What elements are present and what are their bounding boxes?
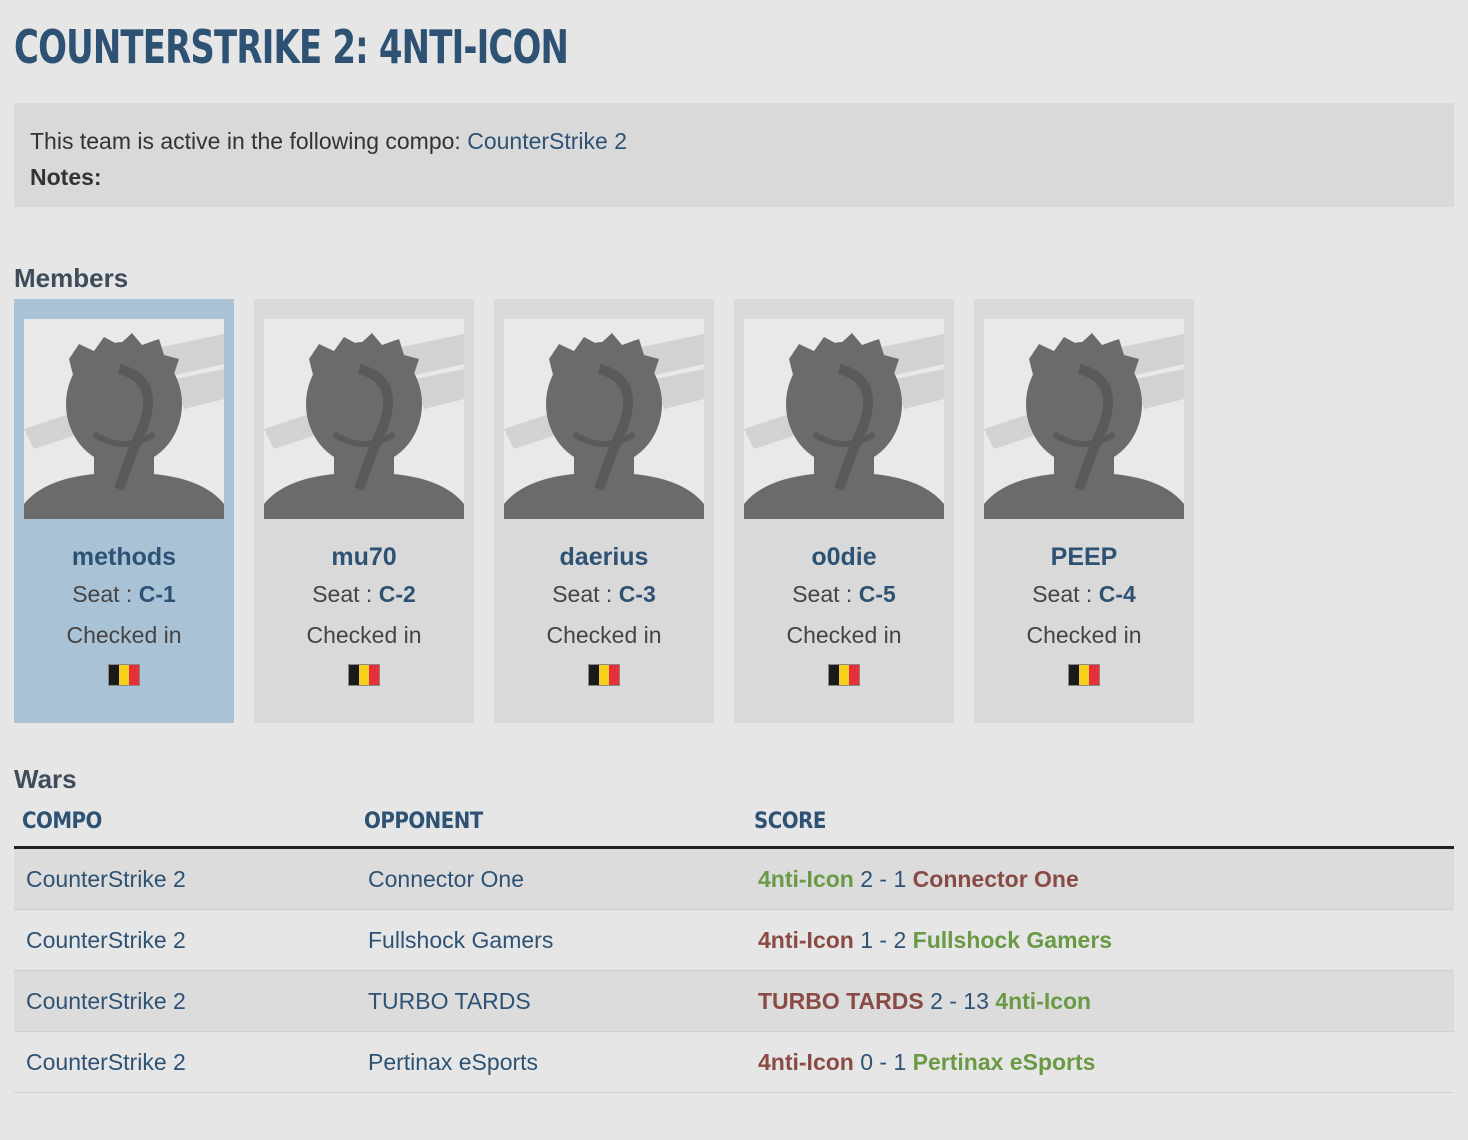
war-row: CounterStrike 2 Connector One 4nti-Icon 2 … — [14, 847, 1454, 910]
checkin-status: Checked in — [1026, 622, 1142, 648]
checkin-status: Checked in — [546, 622, 662, 648]
member-name-link[interactable]: mu70 — [254, 541, 474, 573]
member-seat: Seat : C-3 — [494, 578, 714, 610]
wars-table: Compo Opponent Score CounterStrike 2 Conn… — [14, 803, 1454, 1093]
score-team-a-link[interactable]: 4nti-Icon — [758, 866, 854, 892]
member-name-link[interactable]: PEEP — [974, 541, 1194, 573]
column-header-score: Score — [746, 803, 1454, 849]
war-opponent-link[interactable]: Connector One — [368, 866, 524, 892]
war-score-cell: 4nti-Icon 1 - 2 Fullshock Gamers — [746, 909, 1454, 971]
war-compo-link[interactable]: CounterStrike 2 — [26, 866, 186, 892]
war-opponent-cell: Pertinax eSports — [356, 1031, 746, 1093]
belgium-flag-icon — [108, 664, 140, 686]
belgium-flag-icon — [348, 664, 380, 686]
war-compo-cell: CounterStrike 2 — [14, 909, 356, 971]
avatar-placeholder-icon — [504, 319, 704, 519]
member-seat: Seat : C-2 — [254, 578, 474, 610]
belgium-flag-icon — [828, 664, 860, 686]
checkin-status: Checked in — [306, 622, 422, 648]
war-opponent-link[interactable]: Fullshock Gamers — [368, 927, 553, 953]
war-compo-link[interactable]: CounterStrike 2 — [26, 927, 186, 953]
active-compo-line: This team is active in the following com… — [30, 123, 1438, 159]
score-team-a-link[interactable]: 4nti-Icon — [758, 927, 854, 953]
member-seat: Seat : C-1 — [14, 578, 234, 610]
score-value: 1 - 2 — [860, 926, 907, 953]
war-opponent-link[interactable]: TURBO TARDS — [368, 988, 531, 1014]
war-compo-link[interactable]: CounterStrike 2 — [26, 988, 186, 1014]
seat-value: C-3 — [618, 581, 656, 607]
war-score-cell: 4nti-Icon 0 - 1 Pertinax eSports — [746, 1031, 1454, 1093]
score-value: 0 - 1 — [860, 1048, 907, 1075]
war-row: CounterStrike 2 TURBO TARDS TURBO TARDS 2 … — [14, 970, 1454, 1032]
seat-value: C-2 — [378, 581, 416, 607]
seat-label: Seat : — [72, 581, 133, 607]
notes-line: Notes: — [30, 159, 1438, 195]
seat-value: C-1 — [138, 581, 176, 607]
war-score-cell: 4nti-Icon 2 - 1 Connector One — [746, 847, 1454, 910]
score-team-a-link[interactable]: 4nti-Icon — [758, 1049, 854, 1075]
war-row: CounterStrike 2 Pertinax eSports 4nti-Icon… — [14, 1031, 1454, 1093]
war-opponent-cell: TURBO TARDS — [356, 970, 746, 1032]
avatar-placeholder-icon — [744, 319, 944, 519]
team-info-box: This team is active in the following com… — [14, 103, 1454, 207]
member-card-daerius[interactable]: daerius Seat : C-3 Checked in — [494, 299, 714, 723]
war-row: CounterStrike 2 Fullshock Gamers 4nti-Icon… — [14, 909, 1454, 971]
member-card-methods[interactable]: methods Seat : C-1 Checked in — [14, 299, 234, 723]
seat-label: Seat : — [312, 581, 373, 607]
war-opponent-cell: Fullshock Gamers — [356, 909, 746, 971]
members-heading: Members — [14, 263, 129, 293]
score-team-a-link[interactable]: TURBO TARDS — [758, 988, 924, 1014]
belgium-flag-icon — [1068, 664, 1100, 686]
score-team-b-link[interactable]: Connector One — [913, 866, 1079, 892]
notes-label: Notes: — [30, 164, 102, 190]
war-opponent-link[interactable]: Pertinax eSports — [368, 1049, 538, 1075]
column-header-opponent: Opponent — [356, 803, 746, 849]
member-seat: Seat : C-4 — [974, 578, 1194, 610]
page-title: COUNTERSTRIKE 2: 4NTI-ICON — [14, 20, 569, 74]
wars-body: CounterStrike 2 Connector One 4nti-Icon 2 … — [14, 847, 1454, 1093]
checkin-status: Checked in — [786, 622, 902, 648]
avatar-placeholder-icon — [984, 319, 1184, 519]
members-list: methods Seat : C-1 Checked in mu70 Seat … — [14, 299, 1194, 723]
member-name-link[interactable]: daerius — [494, 541, 714, 573]
war-score-cell: TURBO TARDS 2 - 13 4nti-Icon — [746, 970, 1454, 1032]
score-value: 2 - 13 — [930, 987, 989, 1014]
war-compo-cell: CounterStrike 2 — [14, 970, 356, 1032]
war-compo-cell: CounterStrike 2 — [14, 1031, 356, 1093]
seat-label: Seat : — [1032, 581, 1093, 607]
wars-header-row: Compo Opponent Score — [14, 803, 1454, 849]
checkin-status: Checked in — [66, 622, 182, 648]
score-team-b-link[interactable]: Pertinax eSports — [913, 1049, 1096, 1075]
war-opponent-cell: Connector One — [356, 847, 746, 910]
avatar-placeholder-icon — [24, 319, 224, 519]
member-name-link[interactable]: methods — [14, 541, 234, 573]
score-team-b-link[interactable]: Fullshock Gamers — [913, 927, 1112, 953]
member-card-peep[interactable]: PEEP Seat : C-4 Checked in — [974, 299, 1194, 723]
wars-heading: Wars — [14, 764, 77, 794]
member-seat: Seat : C-5 — [734, 578, 954, 610]
column-header-compo: Compo — [14, 803, 356, 849]
war-compo-cell: CounterStrike 2 — [14, 847, 356, 910]
member-card-mu70[interactable]: mu70 Seat : C-2 Checked in — [254, 299, 474, 723]
member-name-link[interactable]: o0die — [734, 541, 954, 573]
seat-value: C-5 — [858, 581, 896, 607]
seat-label: Seat : — [792, 581, 853, 607]
avatar-placeholder-icon — [264, 319, 464, 519]
score-team-b-link[interactable]: 4nti-Icon — [995, 988, 1091, 1014]
war-compo-link[interactable]: CounterStrike 2 — [26, 1049, 186, 1075]
member-card-o0die[interactable]: o0die Seat : C-5 Checked in — [734, 299, 954, 723]
seat-label: Seat : — [552, 581, 613, 607]
active-compo-text: This team is active in the following com… — [30, 128, 461, 154]
compo-link[interactable]: CounterStrike 2 — [467, 128, 627, 154]
score-value: 2 - 1 — [860, 865, 907, 892]
seat-value: C-4 — [1098, 581, 1136, 607]
belgium-flag-icon — [588, 664, 620, 686]
